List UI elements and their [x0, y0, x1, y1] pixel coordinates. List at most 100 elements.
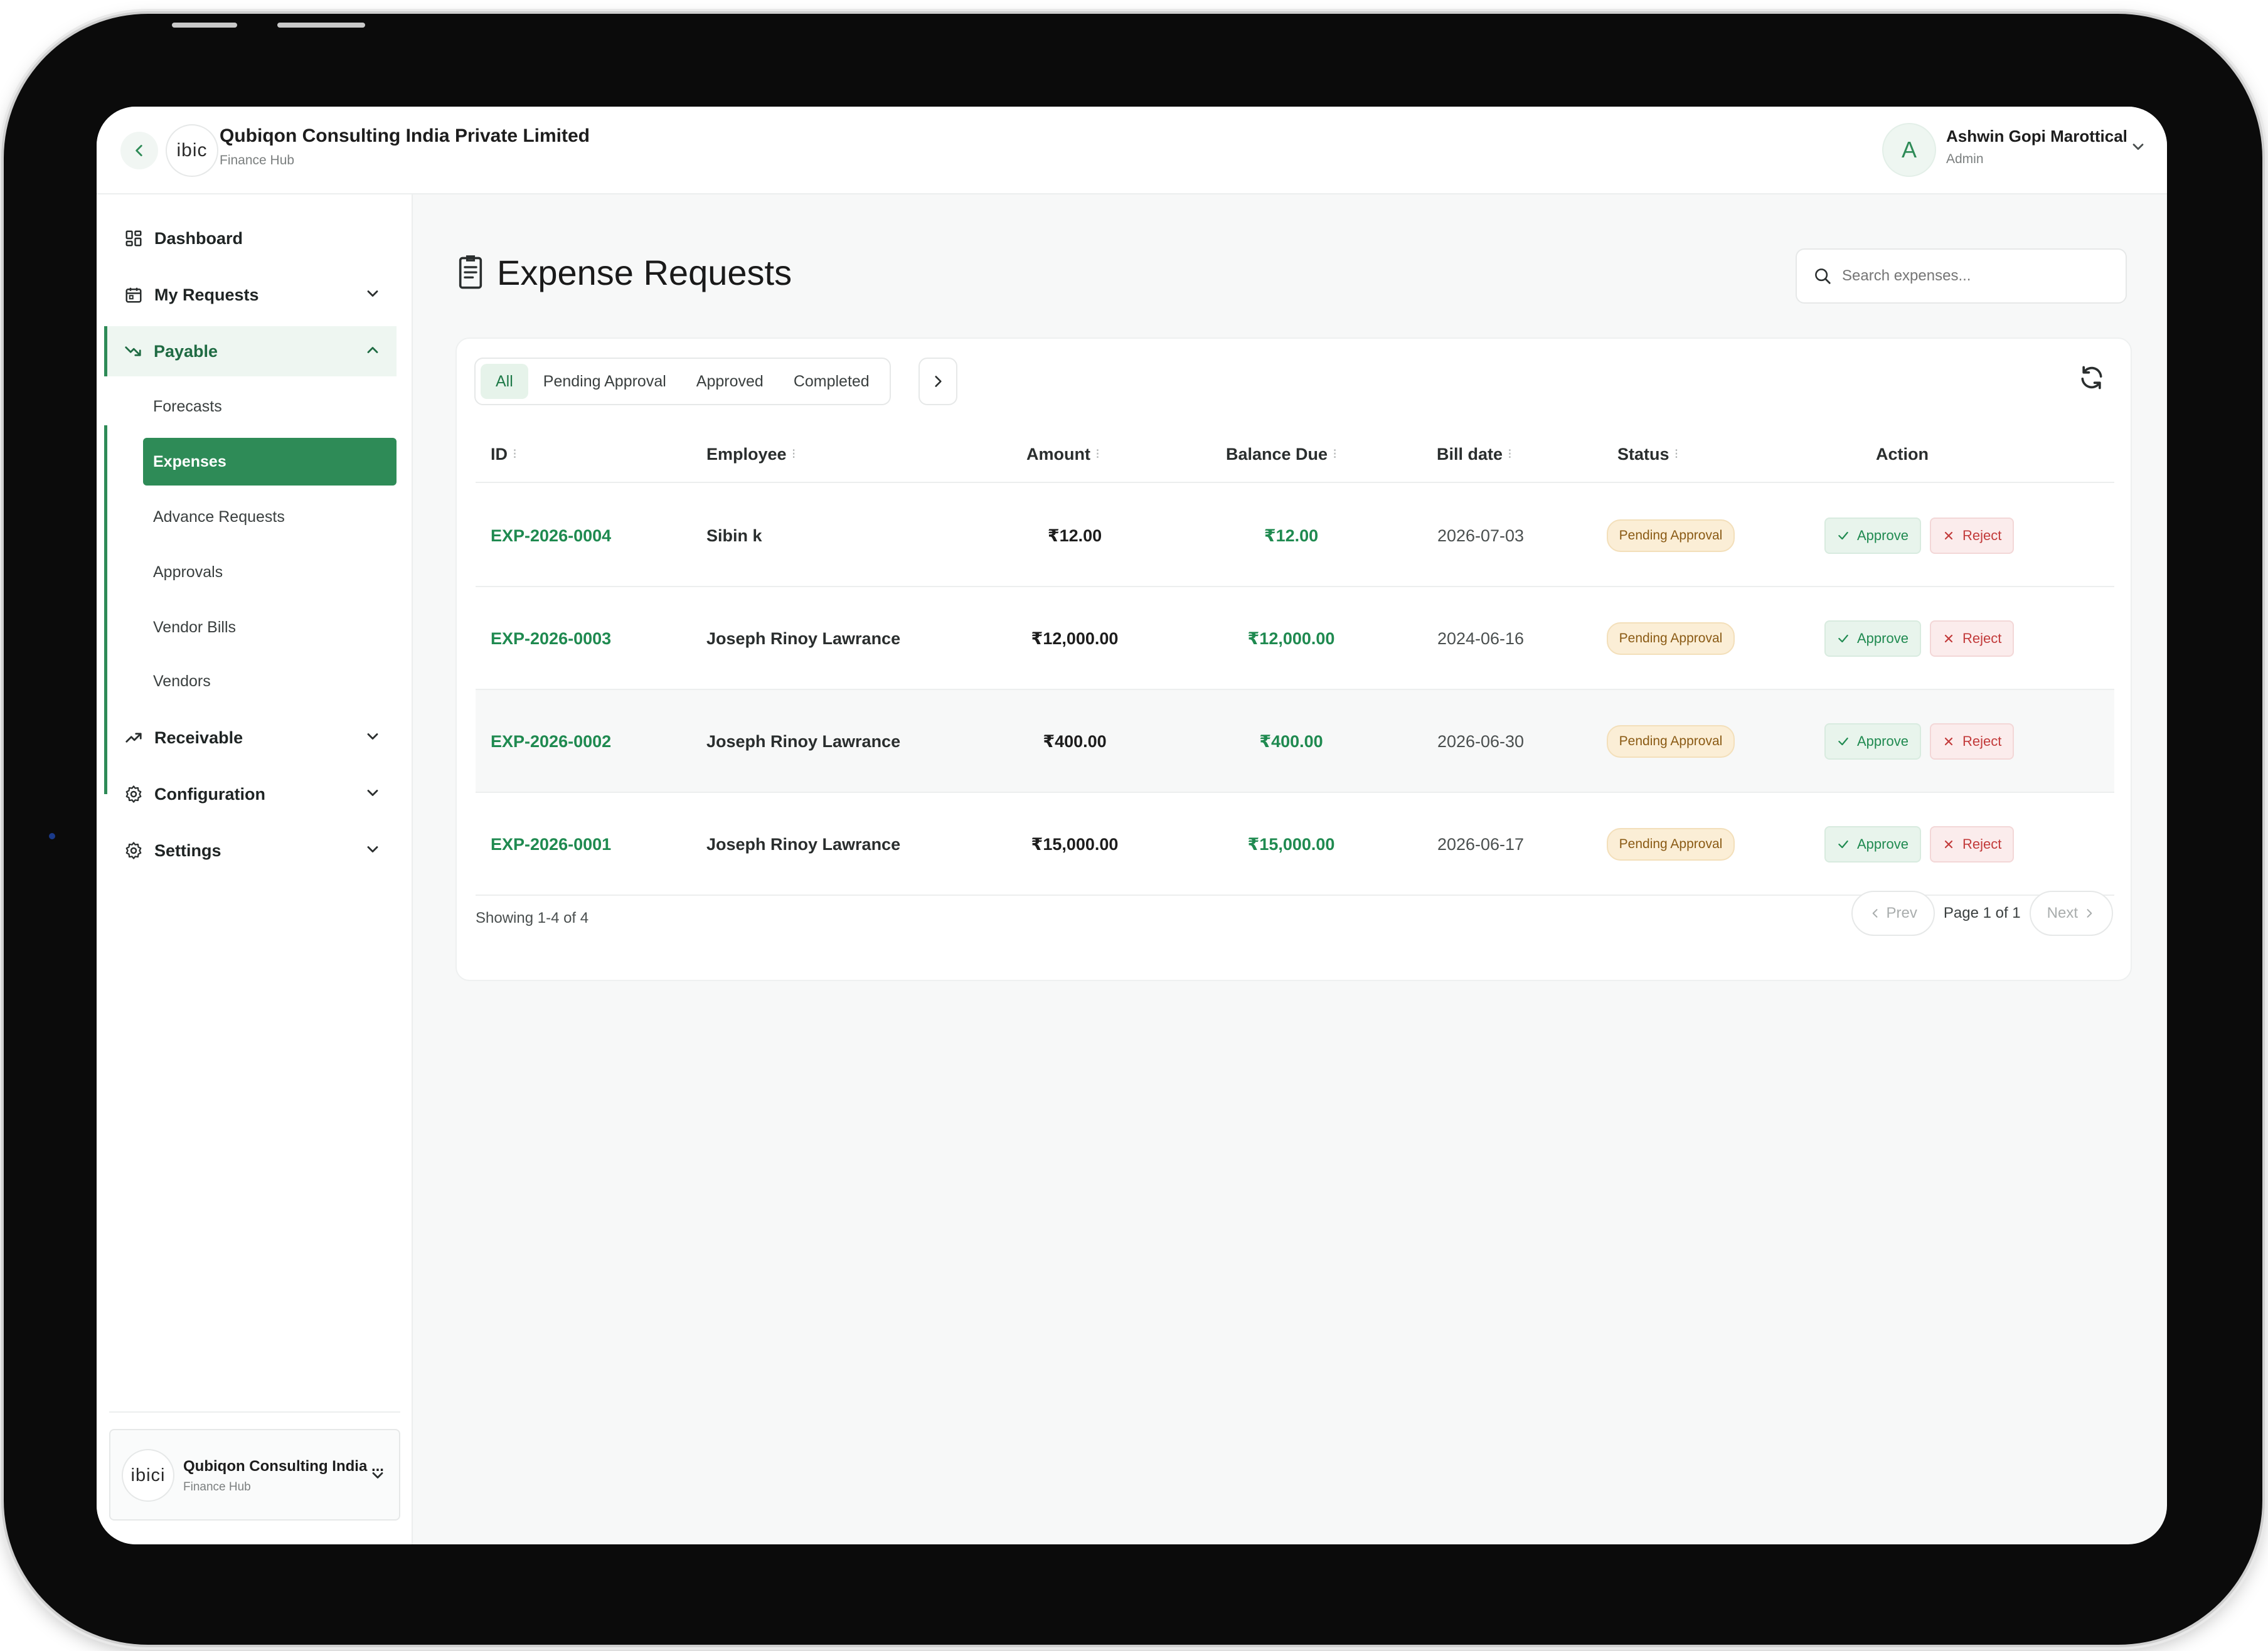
column-header-balance-due[interactable]: Balance Due ⁝ [1226, 425, 1337, 483]
camera-dot [49, 833, 55, 839]
amount: ₹15,000.00 [1031, 834, 1119, 854]
column-header-employee[interactable]: Employee ⁝ [706, 425, 796, 483]
balance-due: ₹400.00 [1259, 731, 1323, 751]
expense-id-link[interactable]: EXP-2026-0003 [491, 587, 611, 690]
sidebar-divider [109, 1411, 400, 1413]
sort-icon: ⁝ [1095, 446, 1100, 462]
trend-up-icon [122, 726, 146, 750]
search-input[interactable] [1842, 267, 2106, 285]
chevron-left-icon [136, 145, 142, 156]
table-row[interactable]: EXP-2026-0003 Joseph Rinoy Lawrance ₹12,… [476, 587, 2114, 690]
sidebar-sub-expenses[interactable]: Expenses [143, 438, 397, 486]
approve-button[interactable]: Approve [1824, 826, 1921, 863]
column-label: Action [1876, 444, 1929, 464]
user-avatar[interactable]: A [1882, 123, 1936, 177]
reject-button[interactable]: Reject [1929, 620, 2015, 657]
column-header-status[interactable]: Status ⁝ [1617, 425, 1679, 483]
employee-name: Sibin k [706, 526, 762, 545]
check-icon [1838, 840, 1848, 849]
sidebar: Dashboard My Requests Payable Forecasts … [97, 194, 413, 1544]
bill-date: 2026-06-30 [1437, 731, 1525, 751]
column-header-action: Action [1876, 425, 1929, 483]
chevron-down-icon [364, 728, 381, 750]
sidebar-item-payable[interactable]: Payable [104, 326, 397, 376]
tab-all[interactable]: All [481, 364, 528, 399]
sidebar-sub-forecasts[interactable]: Forecasts [143, 383, 397, 430]
tab-pending-approval[interactable]: Pending Approval [528, 364, 681, 399]
org-switcher[interactable]: ibici Qubiqon Consulting India ... Finan… [109, 1429, 400, 1521]
page-indicator: Page 1 of 1 [1943, 905, 2021, 921]
sidebar-item-label: Dashboard [154, 228, 243, 248]
prev-page-button[interactable]: Prev [1851, 891, 1935, 936]
amount: ₹12,000.00 [1031, 629, 1119, 648]
reject-button[interactable]: Reject [1929, 518, 2015, 554]
submenu-indicator [104, 425, 107, 794]
sidebar-sub-approvals[interactable]: Approvals [143, 548, 397, 596]
expense-id-link[interactable]: EXP-2026-0001 [491, 793, 611, 896]
table-row[interactable]: EXP-2026-0004 Sibin k ₹12.00 ₹12.00 2026… [476, 484, 2114, 587]
tab-approved[interactable]: Approved [681, 364, 779, 399]
approve-button[interactable]: Approve [1824, 518, 1921, 554]
approve-label: Approve [1857, 528, 1909, 543]
expense-id-link[interactable]: EXP-2026-0002 [491, 690, 611, 793]
sidebar-item-dashboard[interactable]: Dashboard [108, 213, 397, 263]
reject-button[interactable]: Reject [1929, 723, 2015, 760]
tab-completed[interactable]: Completed [779, 364, 885, 399]
user-name[interactable]: Ashwin Gopi Marottical [1946, 127, 2127, 146]
search-box[interactable] [1796, 248, 2127, 304]
sidebar-item-label: Receivable [154, 728, 243, 747]
refresh-button[interactable] [2078, 364, 2106, 395]
sidebar-item-configuration[interactable]: Configuration [108, 769, 397, 819]
chevron-down-icon [364, 285, 381, 307]
reject-label: Reject [1962, 528, 2002, 543]
close-icon [1944, 737, 1953, 746]
sidebar-sub-advance-requests[interactable]: Advance Requests [143, 493, 397, 541]
column-label: Status [1617, 444, 1669, 464]
close-icon [1944, 840, 1953, 849]
reject-button[interactable]: Reject [1929, 826, 2015, 863]
trend-down-icon [121, 339, 145, 363]
table-row[interactable]: EXP-2026-0001 Joseph Rinoy Lawrance ₹15,… [476, 793, 2114, 896]
sidebar-item-my-requests[interactable]: My Requests [108, 270, 397, 320]
approve-button[interactable]: Approve [1824, 620, 1921, 657]
close-icon [1944, 531, 1953, 540]
power-button [277, 23, 365, 28]
sort-icon: ⁝ [1674, 446, 1679, 462]
approve-button[interactable]: Approve [1824, 723, 1921, 760]
sidebar-sub-vendor-bills[interactable]: Vendor Bills [143, 603, 397, 651]
sidebar-item-settings[interactable]: Settings [108, 825, 397, 876]
sidebar-item-label: Settings [154, 841, 221, 860]
org-name: Qubiqon Consulting India ... [183, 1458, 384, 1475]
column-header-id[interactable]: ID ⁝ [491, 425, 517, 483]
sort-icon: ⁝ [1508, 446, 1513, 462]
close-icon [1944, 634, 1953, 643]
balance-due: ₹15,000.00 [1247, 834, 1335, 854]
bill-date: 2026-06-17 [1437, 834, 1525, 854]
tabs-scroll-next-button[interactable] [918, 358, 957, 405]
user-role: Admin [1946, 152, 1984, 166]
employee-name: Joseph Rinoy Lawrance [706, 731, 901, 751]
expense-id-link[interactable]: EXP-2026-0004 [491, 484, 611, 587]
back-button[interactable] [120, 132, 158, 169]
column-header-bill-date[interactable]: Bill date ⁝ [1437, 425, 1512, 483]
company-subtitle: Finance Hub [220, 153, 295, 167]
approve-label: Approve [1857, 630, 1909, 646]
column-label: Employee [706, 444, 787, 464]
sidebar-item-label: My Requests [154, 285, 259, 304]
table-row[interactable]: EXP-2026-0002 Joseph Rinoy Lawrance ₹400… [476, 690, 2114, 793]
pagination-summary: Showing 1-4 of 4 [476, 910, 589, 926]
balance-due: ₹12,000.00 [1247, 629, 1335, 648]
sidebar-item-receivable[interactable]: Receivable [108, 713, 397, 763]
reject-label: Reject [1962, 836, 2002, 852]
chevron-down-icon [364, 784, 381, 806]
chevron-down-icon [369, 1467, 386, 1487]
amount: ₹12.00 [1047, 526, 1102, 545]
column-header-amount[interactable]: Amount ⁝ [1026, 425, 1100, 483]
company-name: Qubiqon Consulting India Private Limited [220, 125, 590, 146]
bill-date: 2026-07-03 [1437, 526, 1525, 545]
sidebar-item-label: Configuration [154, 784, 265, 804]
next-page-button[interactable]: Next [2029, 891, 2113, 936]
user-menu-button[interactable] [2129, 138, 2147, 159]
sidebar-sub-vendors[interactable]: Vendors [143, 657, 397, 705]
org-logo: ibici [122, 1449, 174, 1502]
